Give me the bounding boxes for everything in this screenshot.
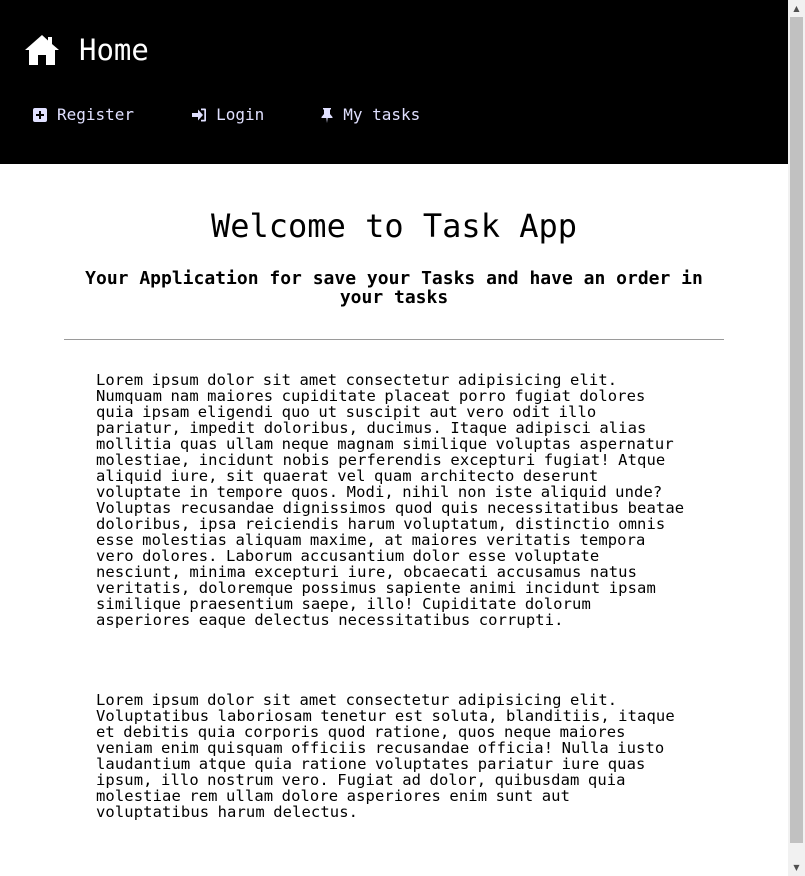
sign-in-icon — [192, 108, 207, 122]
scrollbar-thumb[interactable] — [790, 17, 803, 843]
nav-my-tasks-link[interactable]: My tasks — [321, 104, 420, 126]
nav-my-tasks-label: My tasks — [343, 105, 421, 124]
nav-menu: Register Login My tasks — [32, 104, 420, 126]
home-icon — [25, 35, 59, 65]
thumbtack-icon — [321, 108, 333, 123]
scroll-up-arrow-icon[interactable]: ▲ — [788, 0, 805, 17]
navbar: Home Register Login My tasks — [0, 0, 788, 164]
page-title: Welcome to Task App — [210, 207, 578, 245]
divider — [64, 339, 724, 340]
nav-login-label: Login — [216, 105, 265, 124]
nav-register-link[interactable]: Register — [32, 104, 134, 126]
vertical-scrollbar[interactable]: ▲ ▼ — [788, 0, 805, 876]
page: Home Register Login My tasks Welcome to … — [0, 0, 788, 876]
main-content: Welcome to Task App Your Application for… — [0, 206, 788, 820]
scroll-down-arrow-icon[interactable]: ▼ — [788, 859, 805, 876]
page-subtitle: Your Application for save your Tasks and… — [85, 268, 703, 308]
nav-register-label: Register — [57, 105, 135, 124]
paragraph-2: Lorem ipsum dolor sit amet consectetur a… — [96, 691, 675, 821]
home-link[interactable]: Home — [24, 30, 149, 70]
home-title: Home — [79, 33, 149, 67]
plus-square-icon — [33, 108, 47, 122]
nav-login-link[interactable]: Login — [191, 104, 264, 126]
paragraph-1: Lorem ipsum dolor sit amet consectetur a… — [96, 371, 685, 629]
